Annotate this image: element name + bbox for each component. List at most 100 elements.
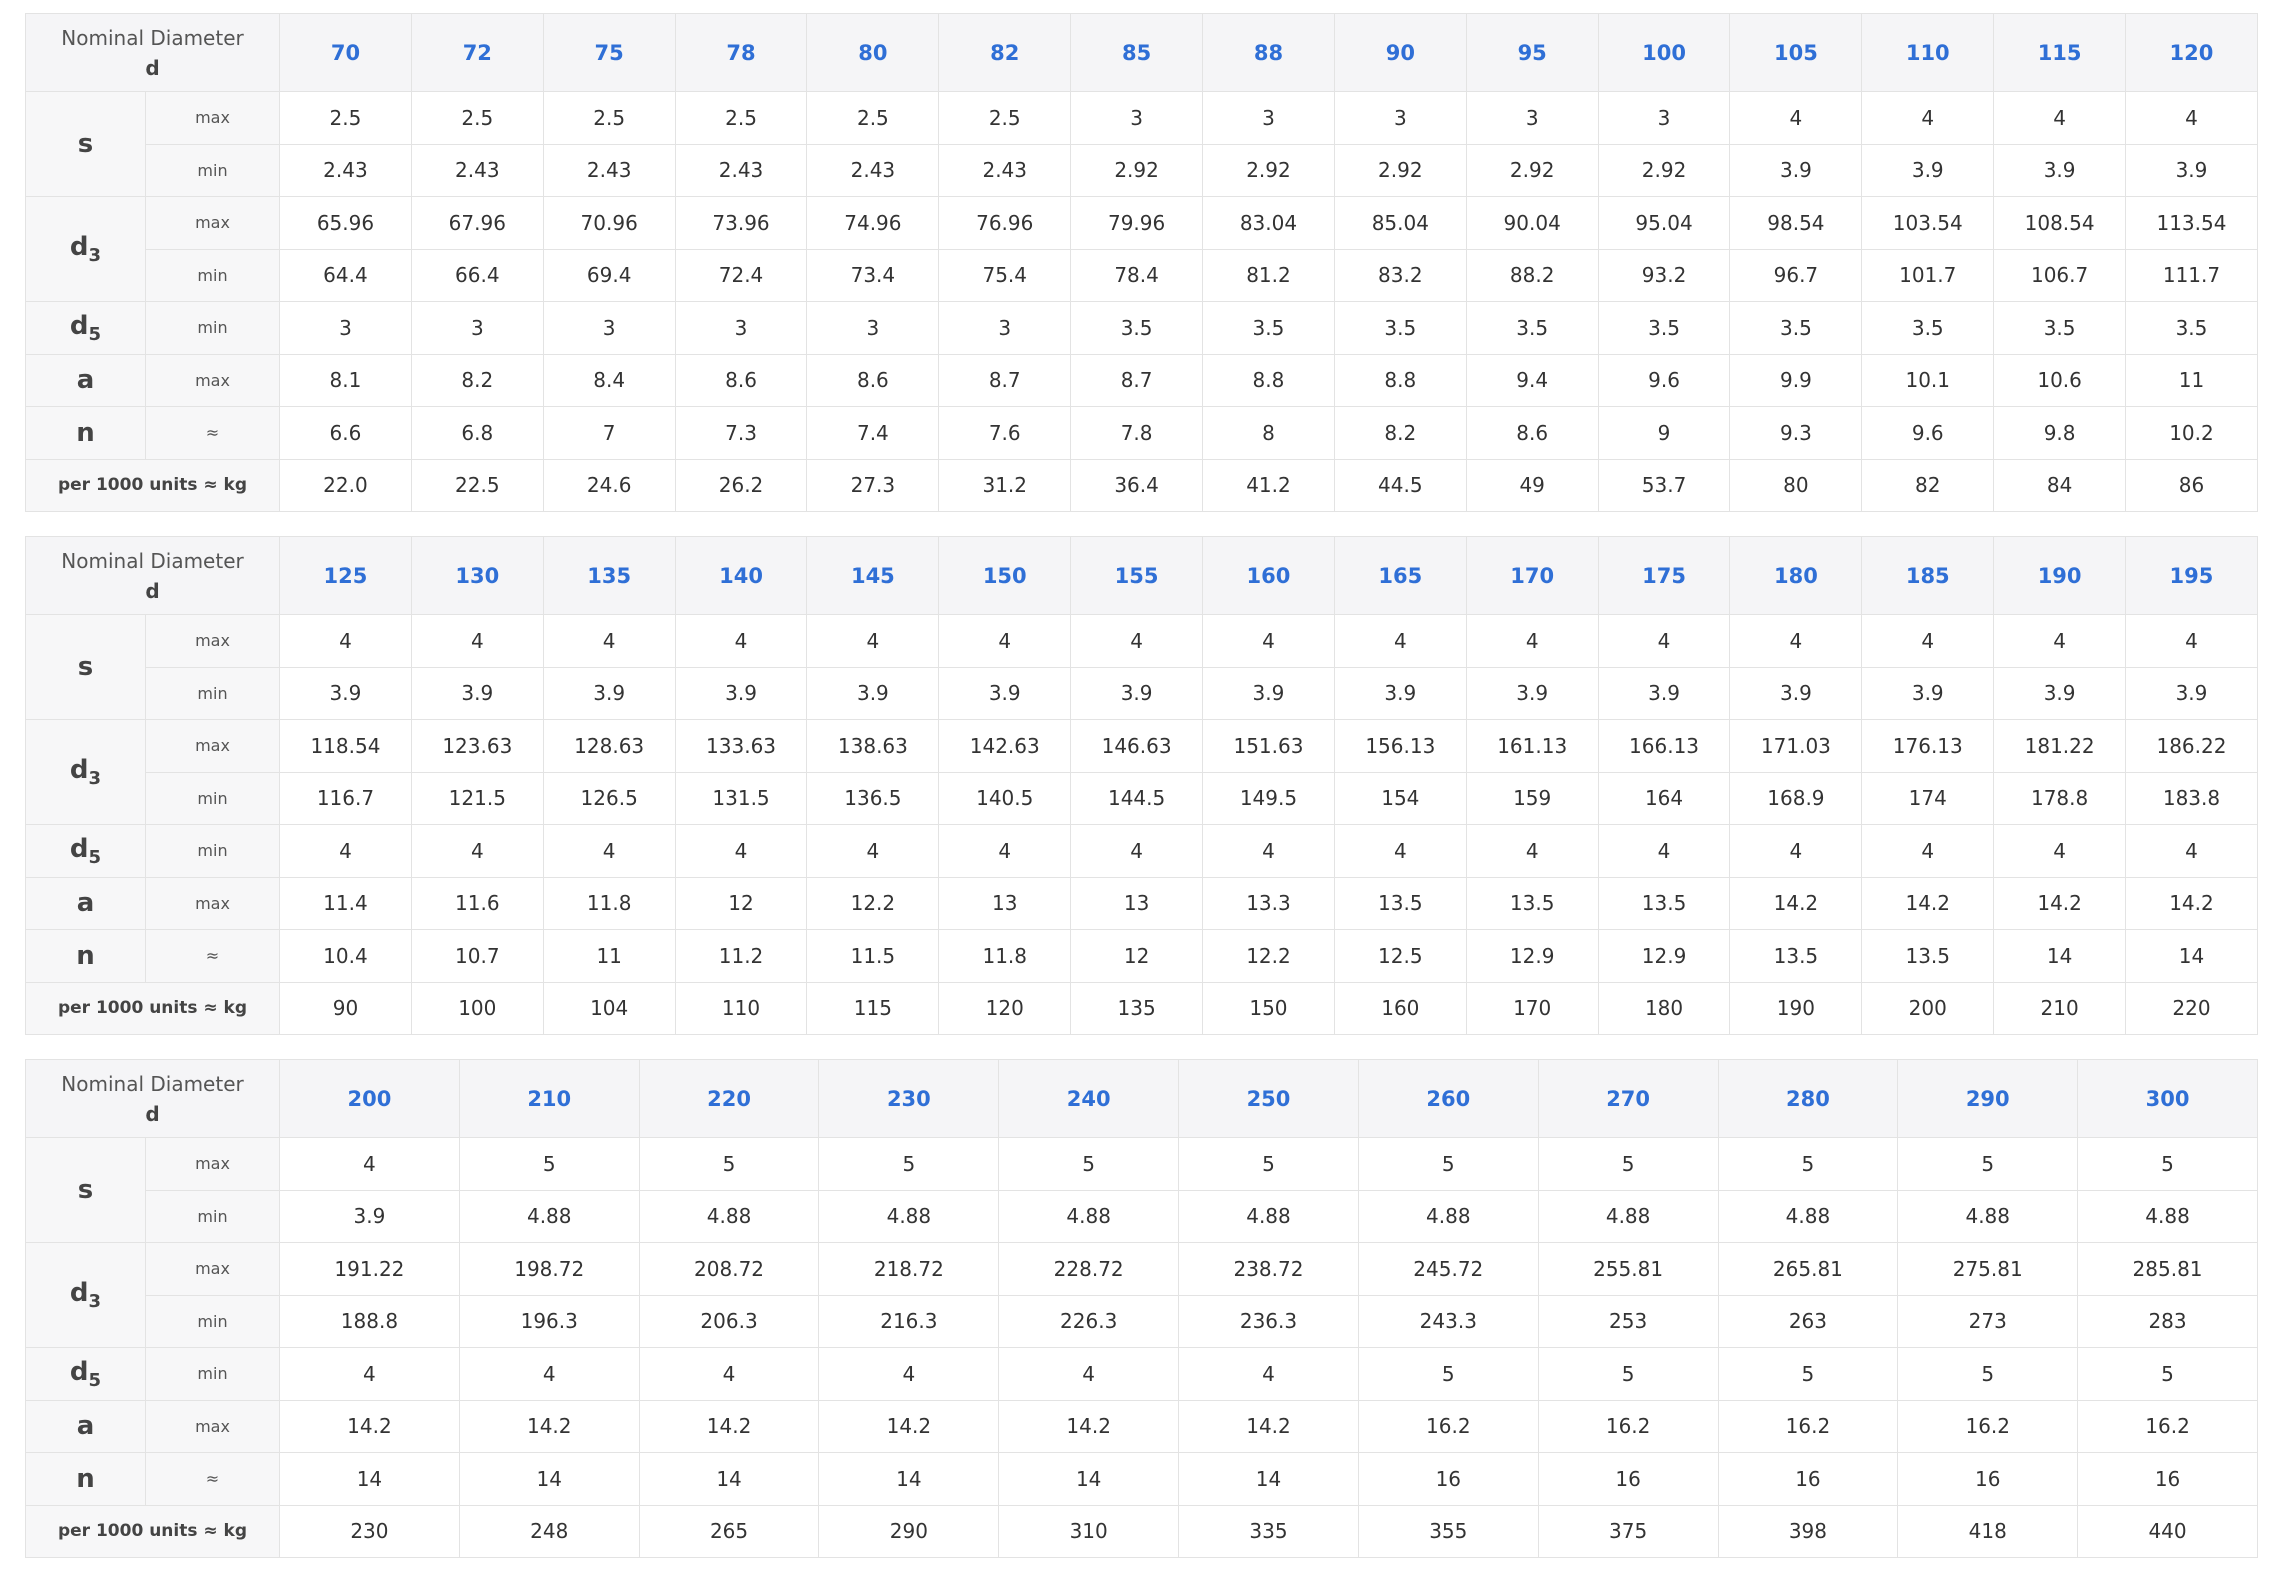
- value-cell: 95.04: [1597, 196, 1731, 250]
- value-cell: 4: [1729, 824, 1863, 878]
- value-cell: 7.3: [674, 406, 808, 460]
- value-cell: 283: [2077, 1294, 2258, 1348]
- value-cell: 11.4: [279, 876, 412, 930]
- value-cell: 4: [938, 614, 1072, 668]
- value-cell: 2.43: [674, 143, 808, 197]
- value-cell: 5: [1897, 1137, 2079, 1191]
- weight-value-cell: 150: [1202, 981, 1335, 1035]
- value-cell: 103.54: [1861, 196, 1995, 250]
- nominal-diameter-symbol: d: [145, 578, 160, 603]
- value-cell: 16.2: [1897, 1399, 2079, 1453]
- table-row: min 64.4 66.4 69.4 72.4 73.4 75.4 78.4 81.2 83.2 8…: [26, 248, 2258, 302]
- size-header: 300: [2077, 1059, 2258, 1138]
- value-cell: 3: [806, 301, 940, 355]
- value-cell: 4.88: [458, 1189, 640, 1243]
- weight-value-cell: 41.2: [1202, 458, 1335, 512]
- weight-value-cell: 310: [998, 1504, 1180, 1558]
- value-cell: 154: [1333, 771, 1467, 825]
- size-header: 155: [1070, 536, 1204, 615]
- qualifier-cell: min: [144, 771, 281, 825]
- value-cell: 4: [542, 614, 676, 668]
- value-cell: 16.2: [1717, 1399, 1899, 1453]
- weight-value-cell: 220: [2125, 981, 2258, 1035]
- nominal-diameter-symbol: d: [145, 1101, 160, 1126]
- weight-value-cell: 375: [1537, 1504, 1719, 1558]
- value-cell: 66.4: [410, 248, 544, 302]
- value-cell: 3.5: [2125, 301, 2258, 355]
- nominal-diameter-header: Nominal Diameter d: [24, 1059, 281, 1138]
- value-cell: 2.5: [806, 91, 940, 145]
- value-cell: 159: [1465, 771, 1599, 825]
- nominal-diameter-symbol: d: [145, 55, 160, 80]
- table-row: a max 11.4 11.6 11.8 12 12.2 13 13 13.3 13.5 13.5 13…: [25, 876, 2258, 930]
- value-cell: 131.5: [674, 771, 808, 825]
- weight-value-cell: 398: [1717, 1504, 1899, 1558]
- parameter-base: n: [76, 417, 95, 448]
- parameter-base: s: [77, 129, 94, 159]
- value-cell: 72.4: [674, 248, 808, 302]
- value-cell: 93.2: [1597, 248, 1731, 302]
- table-row: min 116.7 121.5 126.5 131.5 136.5 140.5 144.5 14…: [26, 771, 2258, 825]
- nominal-diameter-header: Nominal Diameter d: [24, 13, 281, 92]
- value-cell: 73.4: [806, 248, 940, 302]
- value-cell: 9.9: [1729, 353, 1863, 407]
- parameter-symbol: n: [25, 406, 146, 460]
- weight-value-cell: 24.6: [542, 458, 676, 512]
- table-row: d3 max 191.22 198.72 208.72 218.72 228.72 238.7…: [25, 1242, 2258, 1348]
- parameter-symbol: d5: [25, 1347, 146, 1401]
- size-header: 150: [938, 536, 1072, 615]
- value-cell: 273: [1897, 1294, 2079, 1348]
- qualifier-cell: max: [144, 876, 281, 930]
- table-row: s max 2.5 2.5 2.5 2.5 2.5 2.5 3 3 3 3 3 4 4 4 4: [25, 91, 2258, 197]
- value-cell: 3: [1333, 91, 1467, 145]
- value-cell: 14.2: [1993, 876, 2127, 930]
- size-header: 70: [279, 13, 412, 92]
- value-cell: 4: [1861, 824, 1995, 878]
- value-cell: 9.4: [1465, 353, 1599, 407]
- size-header: 100: [1597, 13, 1731, 92]
- value-cell: 16: [1897, 1452, 2079, 1506]
- value-cell: 12: [674, 876, 808, 930]
- value-cell: 275.81: [1897, 1242, 2079, 1296]
- value-cell: 8.8: [1333, 353, 1467, 407]
- value-cell: 4: [638, 1347, 820, 1401]
- value-cell: 9.8: [1993, 406, 2127, 460]
- value-cell: 3.5: [1729, 301, 1863, 355]
- qualifier-cell: max: [144, 196, 281, 250]
- qualifier-cell: max: [144, 91, 281, 145]
- value-cell: 4: [1178, 1347, 1359, 1401]
- value-cell: 4: [2125, 824, 2258, 878]
- size-header: 180: [1729, 536, 1863, 615]
- table-row: n ≈10.4 10.7 11 11.2 11.5 11.8 12 12.2 12.5 12.9 12…: [25, 929, 2258, 983]
- value-cell: 11: [2125, 353, 2258, 407]
- value-cell: 2.43: [542, 143, 676, 197]
- weight-value-cell: 110: [674, 981, 808, 1035]
- value-cell: 11.6: [410, 876, 544, 930]
- value-cell: 108.54: [1993, 196, 2127, 250]
- weight-row: per 1000 units ≈ kg 22.0 22.5 24.6 26.2 27.3 3…: [24, 458, 2258, 512]
- value-cell: 140.5: [938, 771, 1072, 825]
- value-cell: 2.5: [410, 91, 544, 145]
- value-cell: 116.7: [279, 771, 412, 825]
- value-cell: 14: [998, 1452, 1180, 1506]
- value-cell: 83.2: [1333, 248, 1467, 302]
- table-row: min 2.43 2.43 2.43 2.43 2.43 2.43 2.92 2.92 2.92 2…: [26, 143, 2258, 197]
- weight-label: per 1000 units ≈ kg: [24, 458, 281, 512]
- parameter-base: n: [76, 1463, 95, 1494]
- table-row: d3 max 65.96 67.96 70.96 73.96 74.96 76.96 79.96…: [25, 196, 2258, 302]
- value-cell: 13.5: [1729, 929, 1863, 983]
- weight-value-cell: 210: [1993, 981, 2127, 1035]
- value-cell: 14.2: [1178, 1399, 1359, 1453]
- value-cell: 2.43: [806, 143, 940, 197]
- size-header: 110: [1861, 13, 1995, 92]
- value-cell: 208.72: [638, 1242, 820, 1296]
- value-cell: 168.9: [1729, 771, 1863, 825]
- size-header: 130: [410, 536, 544, 615]
- value-cell: 12.9: [1597, 929, 1731, 983]
- value-cell: 12.2: [1202, 929, 1335, 983]
- size-header: 140: [674, 536, 808, 615]
- value-cell: 14: [1993, 929, 2127, 983]
- value-cell: 2.5: [279, 91, 412, 145]
- value-cell: 2.92: [1070, 143, 1204, 197]
- value-cell: 111.7: [2125, 248, 2258, 302]
